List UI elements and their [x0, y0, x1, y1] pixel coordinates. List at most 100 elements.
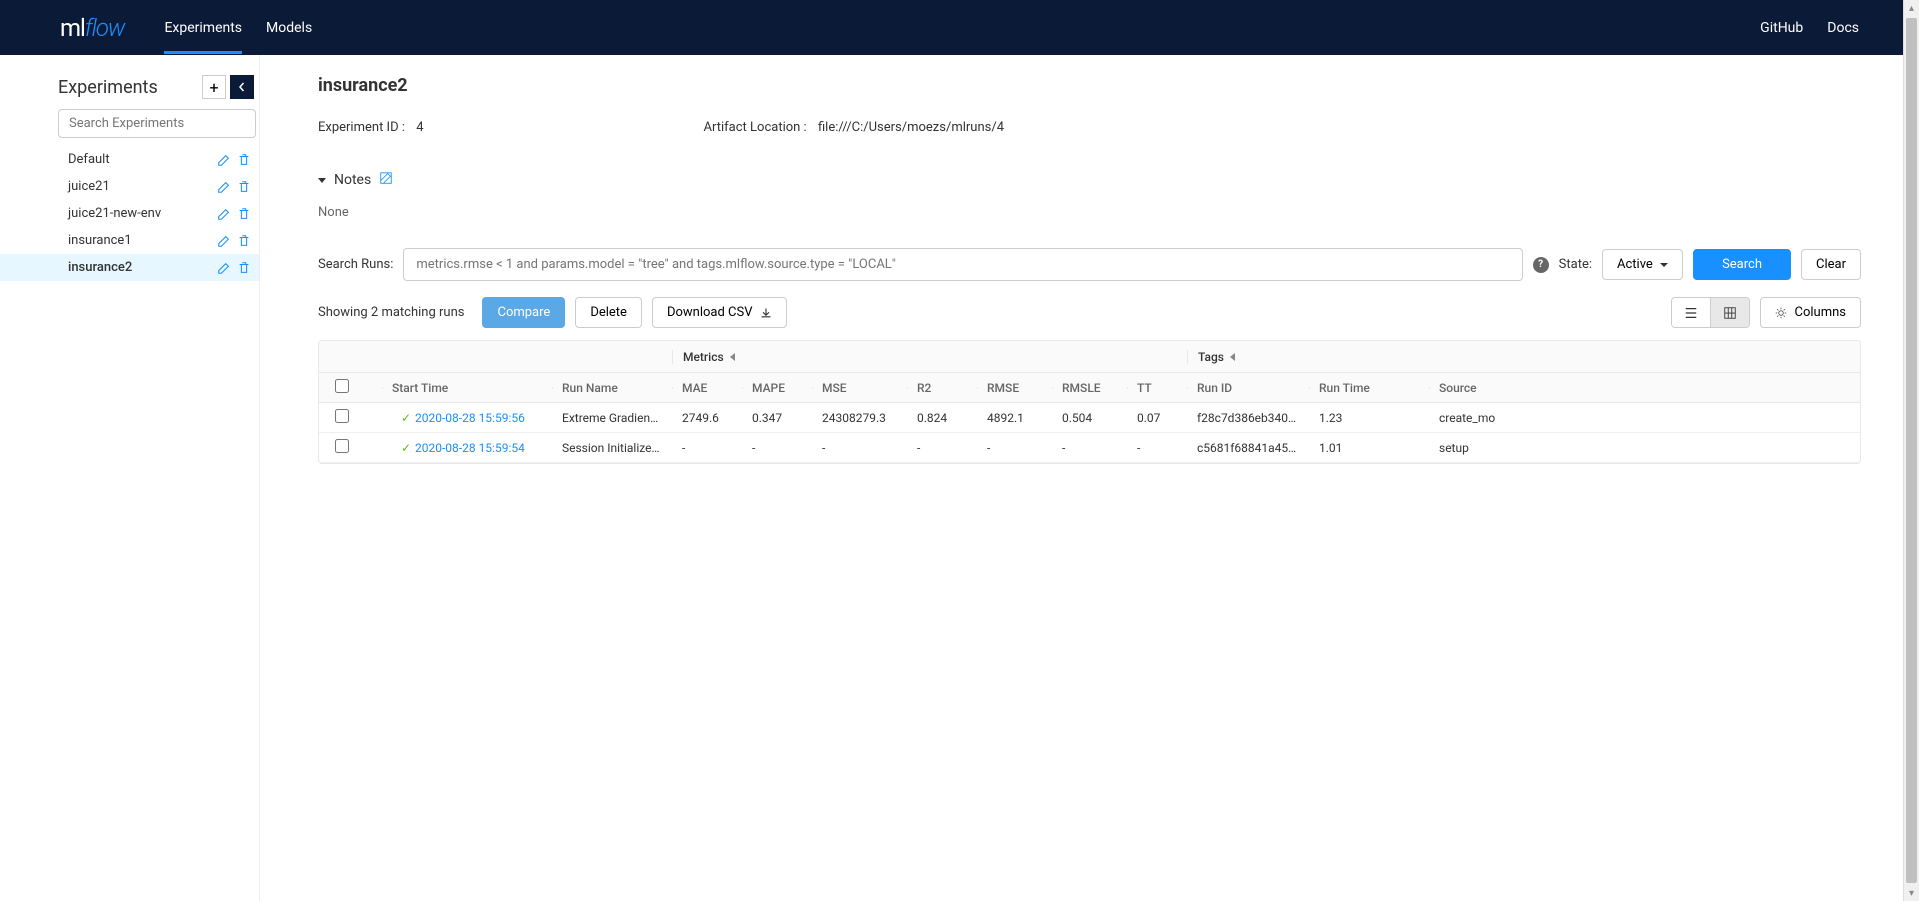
experiment-name: insurance1 — [68, 233, 132, 248]
trash-icon[interactable] — [237, 234, 251, 248]
col-mae[interactable]: MAE — [672, 381, 742, 395]
experiment-item[interactable]: Default — [0, 146, 259, 173]
col-r2[interactable]: R2 — [907, 381, 977, 395]
search-runs-input[interactable] — [403, 248, 1522, 281]
collapse-sidebar-button[interactable] — [230, 75, 254, 99]
cell-mae: - — [672, 441, 742, 455]
experiment-name: juice21-new-env — [68, 206, 161, 221]
page-title: insurance2 — [318, 75, 1861, 96]
experiment-item[interactable]: juice21 — [0, 173, 259, 200]
cell-start-time: ✓ 2020-08-28 15:59:54 — [382, 441, 552, 455]
scroll-up-button[interactable]: ▴ — [1904, 0, 1919, 16]
logo-ml: ml — [60, 14, 85, 42]
cell-run-id: c5681f68841a459... — [1187, 441, 1309, 455]
search-experiments-input[interactable] — [58, 109, 256, 138]
status-ok-icon: ✓ — [401, 441, 411, 455]
experiment-actions — [217, 180, 251, 194]
trash-icon[interactable] — [237, 261, 251, 275]
trash-icon[interactable] — [237, 153, 251, 167]
status-ok-icon: ✓ — [401, 411, 411, 425]
experiment-item[interactable]: insurance2 — [0, 254, 259, 281]
download-csv-button[interactable]: Download CSV — [652, 297, 787, 328]
experiment-actions — [217, 207, 251, 221]
table-column-header: Start Time Run Name MAE MAPE MSE R2 RMSE… — [319, 373, 1860, 403]
add-experiment-button[interactable]: + — [202, 75, 226, 99]
edit-icon[interactable] — [217, 207, 231, 221]
col-start-time[interactable]: Start Time — [382, 381, 552, 395]
select-all-cell — [319, 379, 382, 396]
experiment-id: Experiment ID : 4 — [318, 120, 424, 135]
col-run-id[interactable]: Run ID — [1187, 381, 1309, 395]
edit-icon[interactable] — [217, 180, 231, 194]
edit-icon[interactable] — [217, 153, 231, 167]
grid-view-button[interactable] — [1710, 298, 1749, 327]
main-layout: Experiments + Default juice21 — [0, 55, 1919, 901]
nav-experiments[interactable]: Experiments — [164, 2, 242, 54]
metrics-group[interactable]: Metrics — [672, 350, 1187, 364]
search-runs-label: Search Runs: — [318, 257, 393, 272]
sidebar-header: Experiments + — [58, 75, 259, 99]
edit-notes-icon[interactable] — [379, 171, 393, 189]
edit-icon[interactable] — [217, 261, 231, 275]
trash-icon[interactable] — [237, 180, 251, 194]
row-select-cell — [319, 409, 382, 426]
scroll-down-button[interactable]: ▾ — [1904, 885, 1919, 901]
compare-button[interactable]: Compare — [482, 297, 565, 328]
view-toggle — [1671, 297, 1750, 328]
table-row: ✓2020-08-28 15:59:54 Session Initialized… — [319, 433, 1860, 463]
help-icon[interactable]: ? — [1533, 257, 1549, 273]
columns-button[interactable]: Columns — [1760, 297, 1861, 328]
cell-r2: - — [907, 441, 977, 455]
experiment-actions — [217, 153, 251, 167]
action-right: Columns — [1671, 297, 1861, 328]
col-rmsle[interactable]: RMSLE — [1052, 381, 1127, 395]
artifact-value: file:///C:/Users/moezs/mlruns/4 — [818, 120, 1004, 135]
grid-icon — [1723, 306, 1737, 320]
notes-header[interactable]: Notes — [318, 171, 1861, 189]
search-button[interactable]: Search — [1693, 249, 1791, 280]
nav-github[interactable]: GitHub — [1760, 20, 1803, 36]
cell-rmsle: 0.504 — [1052, 411, 1127, 425]
caret-down-icon — [318, 178, 326, 183]
run-link[interactable]: 2020-08-28 15:59:56 — [415, 411, 525, 425]
vertical-scrollbar[interactable]: ▴ ▾ — [1903, 0, 1919, 901]
delete-button[interactable]: Delete — [575, 297, 642, 328]
col-run-time[interactable]: Run Time — [1309, 381, 1429, 395]
row-checkbox[interactable] — [335, 409, 349, 423]
table-group-header: Metrics Tags — [319, 341, 1860, 373]
row-checkbox[interactable] — [335, 439, 349, 453]
col-mape[interactable]: MAPE — [742, 381, 812, 395]
nav-docs[interactable]: Docs — [1827, 20, 1859, 36]
col-run-name[interactable]: Run Name — [552, 381, 672, 395]
cell-source: setup — [1429, 441, 1509, 455]
list-view-button[interactable] — [1672, 298, 1710, 327]
content-area: insurance2 Experiment ID : 4 Artifact Lo… — [260, 55, 1919, 901]
scroll-thumb[interactable] — [1906, 18, 1917, 883]
col-source[interactable]: Source — [1429, 381, 1509, 395]
cell-rmse: 4892.1 — [977, 411, 1052, 425]
nav-models[interactable]: Models — [266, 2, 312, 54]
artifact-location: Artifact Location : file:///C:/Users/moe… — [704, 120, 1004, 135]
run-link[interactable]: 2020-08-28 15:59:54 — [415, 441, 525, 455]
clear-button[interactable]: Clear — [1801, 249, 1861, 280]
tags-group[interactable]: Tags — [1187, 350, 1509, 364]
state-dropdown[interactable]: Active — [1602, 249, 1683, 280]
edit-icon[interactable] — [217, 234, 231, 248]
col-mse[interactable]: MSE — [812, 381, 907, 395]
experiment-name: insurance2 — [68, 260, 132, 275]
state-label: State: — [1559, 257, 1592, 272]
trash-icon[interactable] — [237, 207, 251, 221]
cell-run-id: f28c7d386eb3405... — [1187, 411, 1309, 425]
showing-count: Showing 2 matching runs — [318, 305, 464, 320]
caret-down-icon — [1660, 263, 1668, 267]
cell-source: create_mo — [1429, 411, 1509, 425]
experiment-item[interactable]: insurance1 — [0, 227, 259, 254]
col-rmse[interactable]: RMSE — [977, 381, 1052, 395]
cell-tt: - — [1127, 441, 1187, 455]
experiment-item[interactable]: juice21-new-env — [0, 200, 259, 227]
artifact-label: Artifact Location : — [704, 120, 807, 135]
cell-mape: - — [742, 441, 812, 455]
notes-content: None — [318, 205, 1861, 220]
select-all-checkbox[interactable] — [335, 379, 349, 393]
col-tt[interactable]: TT — [1127, 381, 1187, 395]
